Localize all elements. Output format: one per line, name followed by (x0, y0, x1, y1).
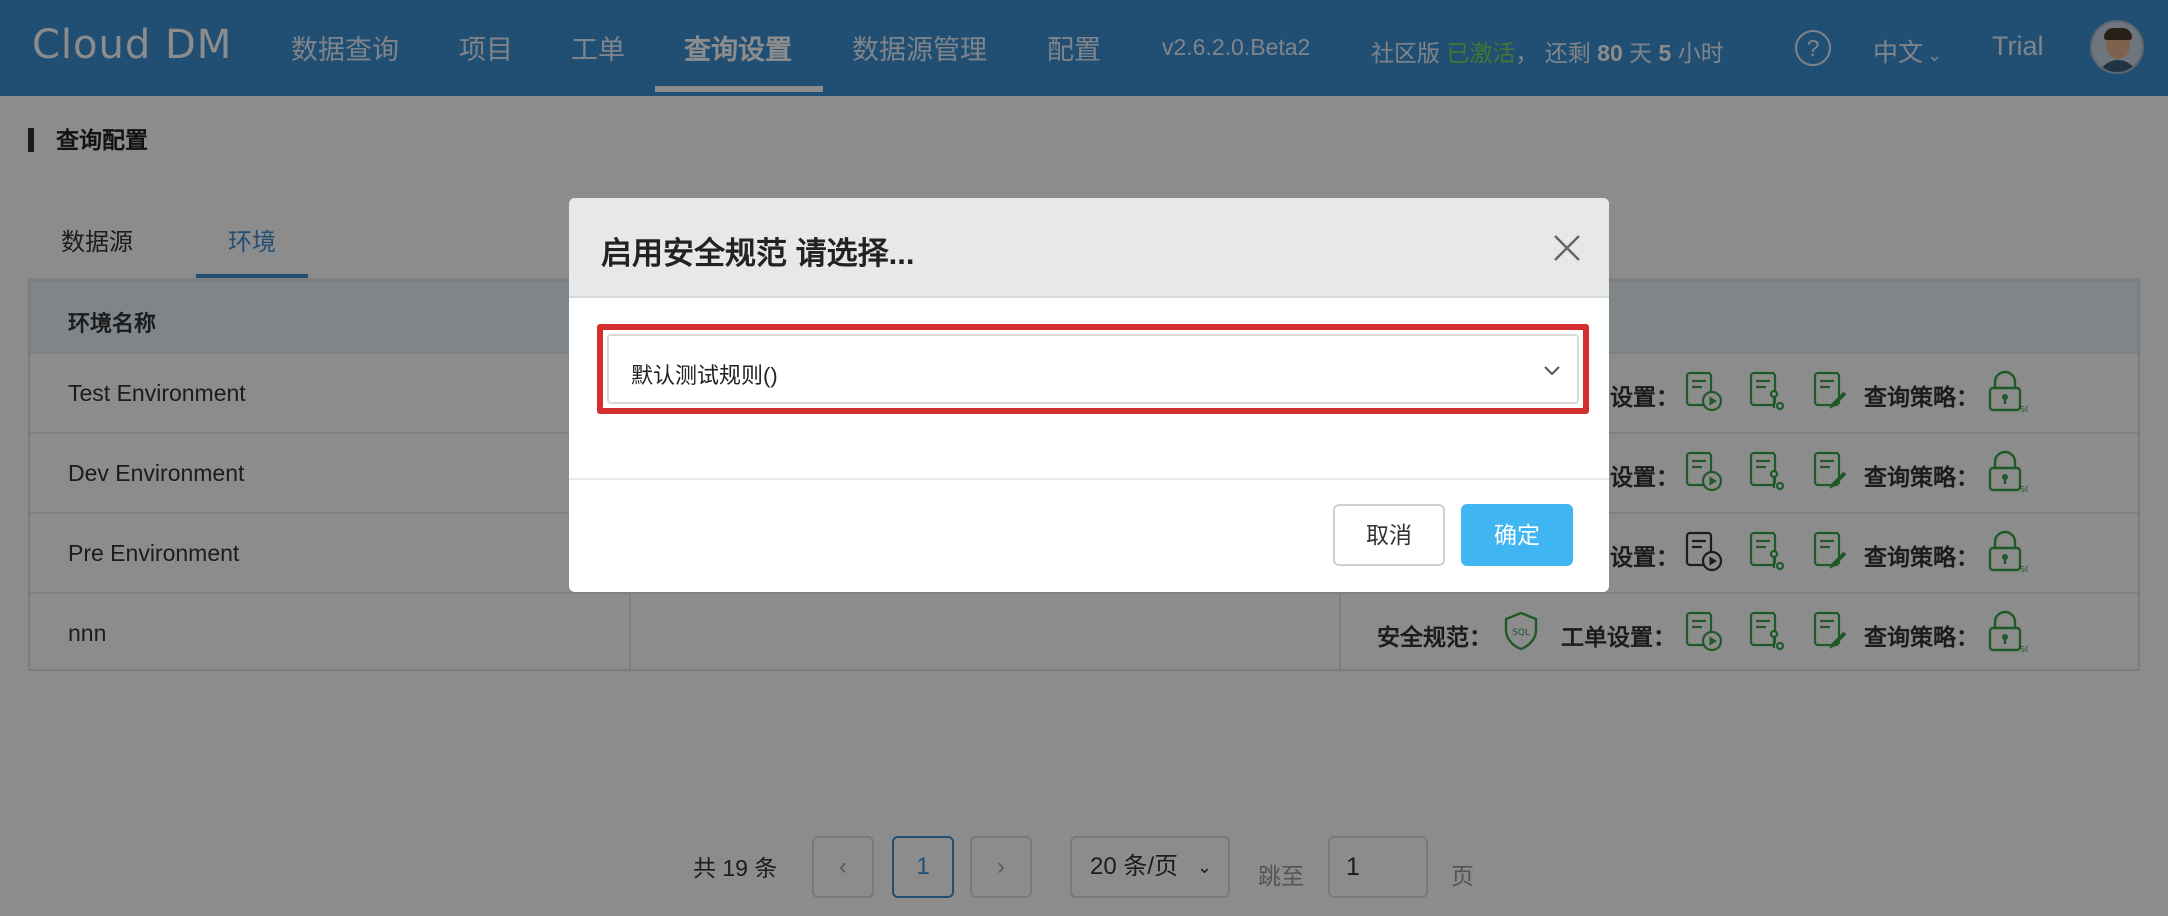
close-icon[interactable] (1547, 228, 1587, 268)
cancel-button[interactable]: 取消 (1333, 504, 1445, 566)
confirm-button[interactable]: 确定 (1461, 504, 1573, 566)
chevron-down-icon (1544, 366, 1560, 376)
select-highlight-box: 默认测试规则() (597, 324, 1589, 414)
modal-header: 启用安全规范 请选择... (569, 198, 1609, 298)
security-spec-select[interactable]: 默认测试规则() (607, 334, 1579, 404)
security-spec-modal: 启用安全规范 请选择... 默认测试规则() 取消 确定 (569, 198, 1609, 592)
modal-footer-divider (569, 478, 1609, 480)
select-value: 默认测试规则() (631, 363, 778, 388)
modal-title: 启用安全规范 请选择... (601, 236, 915, 271)
